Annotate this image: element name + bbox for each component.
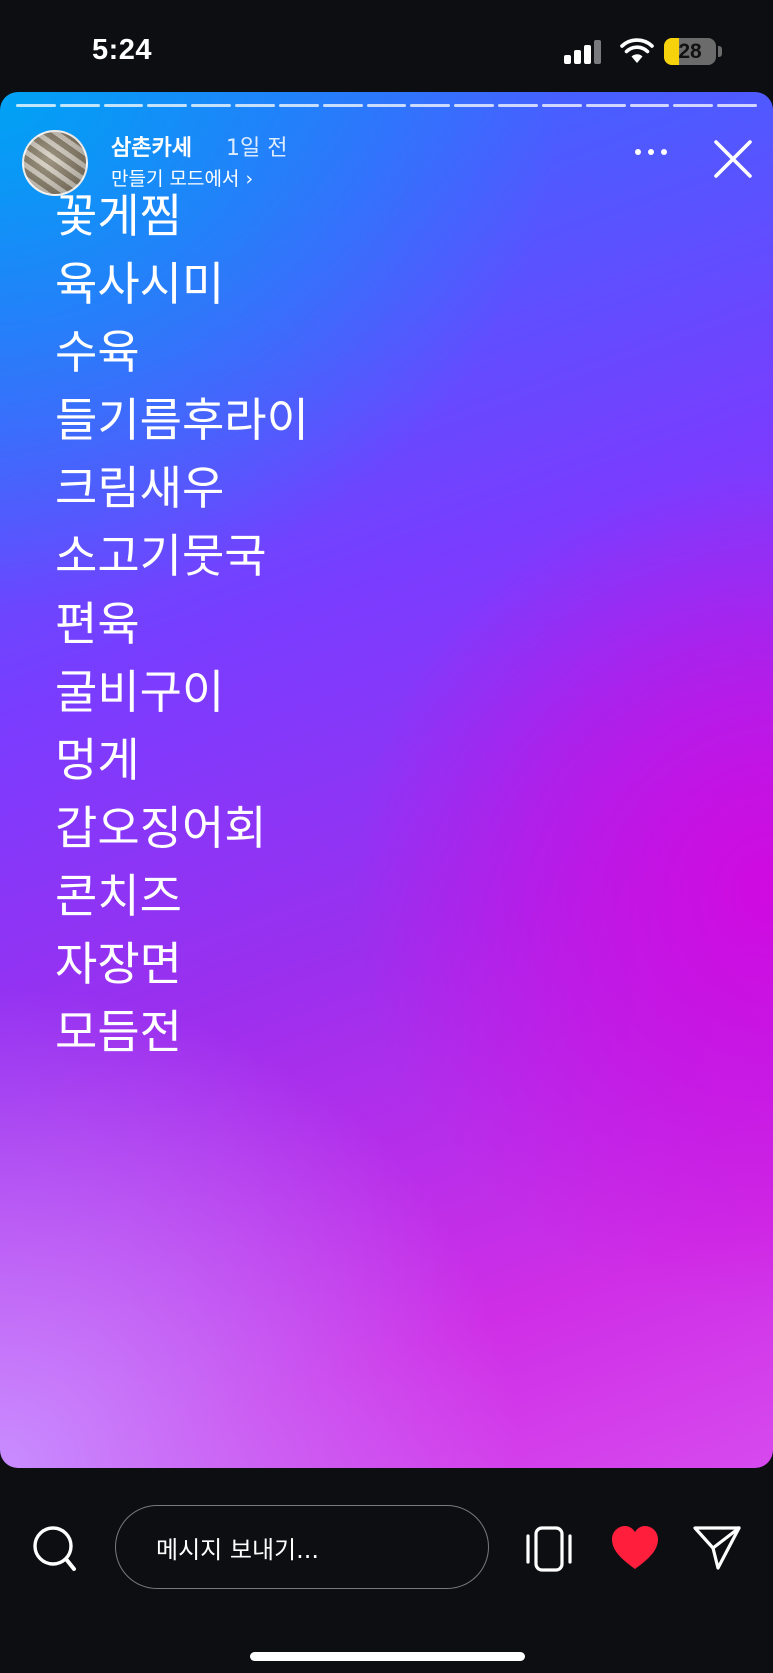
story-progress-segment bbox=[322, 104, 363, 107]
story-progress-segment bbox=[235, 104, 275, 107]
message-input[interactable]: 메시지 보내기... bbox=[115, 1505, 489, 1589]
story-progress-segment bbox=[278, 104, 319, 107]
story-progress-segment bbox=[454, 104, 495, 107]
menu-item: 콘치즈 bbox=[55, 869, 182, 923]
story-progress-segment bbox=[541, 104, 582, 107]
home-indicator[interactable] bbox=[250, 1652, 525, 1661]
story-username[interactable]: 삼촌카세 bbox=[111, 130, 192, 162]
story-progress-bar bbox=[16, 104, 758, 107]
battery-icon: 28 bbox=[664, 38, 716, 65]
more-icon[interactable] bbox=[635, 149, 671, 159]
menu-item: 자장면 bbox=[55, 937, 182, 991]
search-icon[interactable] bbox=[30, 1523, 80, 1573]
battery-cap bbox=[718, 46, 722, 57]
menu-item: 들기름후라이 bbox=[55, 393, 309, 447]
story-progress-segment bbox=[16, 104, 56, 107]
story-progress-segment bbox=[366, 104, 407, 107]
status-time: 5:24 bbox=[92, 34, 153, 66]
close-icon[interactable] bbox=[712, 138, 754, 180]
story-card[interactable]: 삼촌카세 1일 전 만들기 모드에서 › 꽃게찜 육사시미 수육 들기름후라이 크림새우… bbox=[0, 92, 773, 1468]
story-progress-segment bbox=[59, 104, 100, 107]
story-progress-segment bbox=[191, 104, 232, 107]
story-progress-segment bbox=[147, 104, 188, 107]
story-screen: 5:24 28 삼촌카세 1일 전 만들기 모드에서 › 꽃게찜 육사시미 수육… bbox=[0, 0, 773, 1673]
story-time-ago: 1일 전 bbox=[226, 136, 288, 161]
menu-item: 갑오징어회 bbox=[55, 801, 267, 855]
menu-item: 편육 bbox=[55, 597, 140, 651]
story-progress-segment bbox=[410, 104, 451, 107]
cellular-signal-icon bbox=[564, 40, 602, 64]
menu-list: 꽃게찜육사시미수육들기름후라이크림새우소고기뭇국편육굴비구이멍게갑오징어회콘치즈… bbox=[55, 182, 309, 1066]
menu-item: 굴비구이 bbox=[55, 665, 225, 719]
menu-item: 수육 bbox=[55, 325, 140, 379]
story-progress-segment bbox=[103, 104, 144, 107]
send-icon[interactable] bbox=[692, 1524, 742, 1572]
status-bar: 5:24 28 bbox=[0, 0, 773, 92]
menu-item: 꽃게찜 bbox=[55, 189, 182, 243]
story-progress-segment bbox=[498, 104, 538, 107]
menu-item: 크림새우 bbox=[55, 461, 225, 515]
menu-item: 모듬전 bbox=[55, 1005, 182, 1059]
story-progress-segment bbox=[717, 104, 758, 107]
message-placeholder: 메시지 보내기... bbox=[156, 1535, 319, 1564]
battery-level: 28 bbox=[678, 40, 702, 63]
heart-icon[interactable] bbox=[610, 1524, 660, 1572]
menu-item: 육사시미 bbox=[55, 257, 225, 311]
bottom-bar: 메시지 보내기... bbox=[0, 1468, 773, 1673]
story-progress-segment bbox=[585, 104, 626, 107]
menu-item: 멍게 bbox=[55, 733, 140, 787]
story-progress-segment bbox=[673, 104, 714, 107]
remix-icon[interactable] bbox=[524, 1524, 574, 1574]
wifi-icon bbox=[620, 38, 654, 63]
menu-item: 소고기뭇국 bbox=[55, 529, 267, 583]
story-progress-segment bbox=[629, 104, 670, 107]
